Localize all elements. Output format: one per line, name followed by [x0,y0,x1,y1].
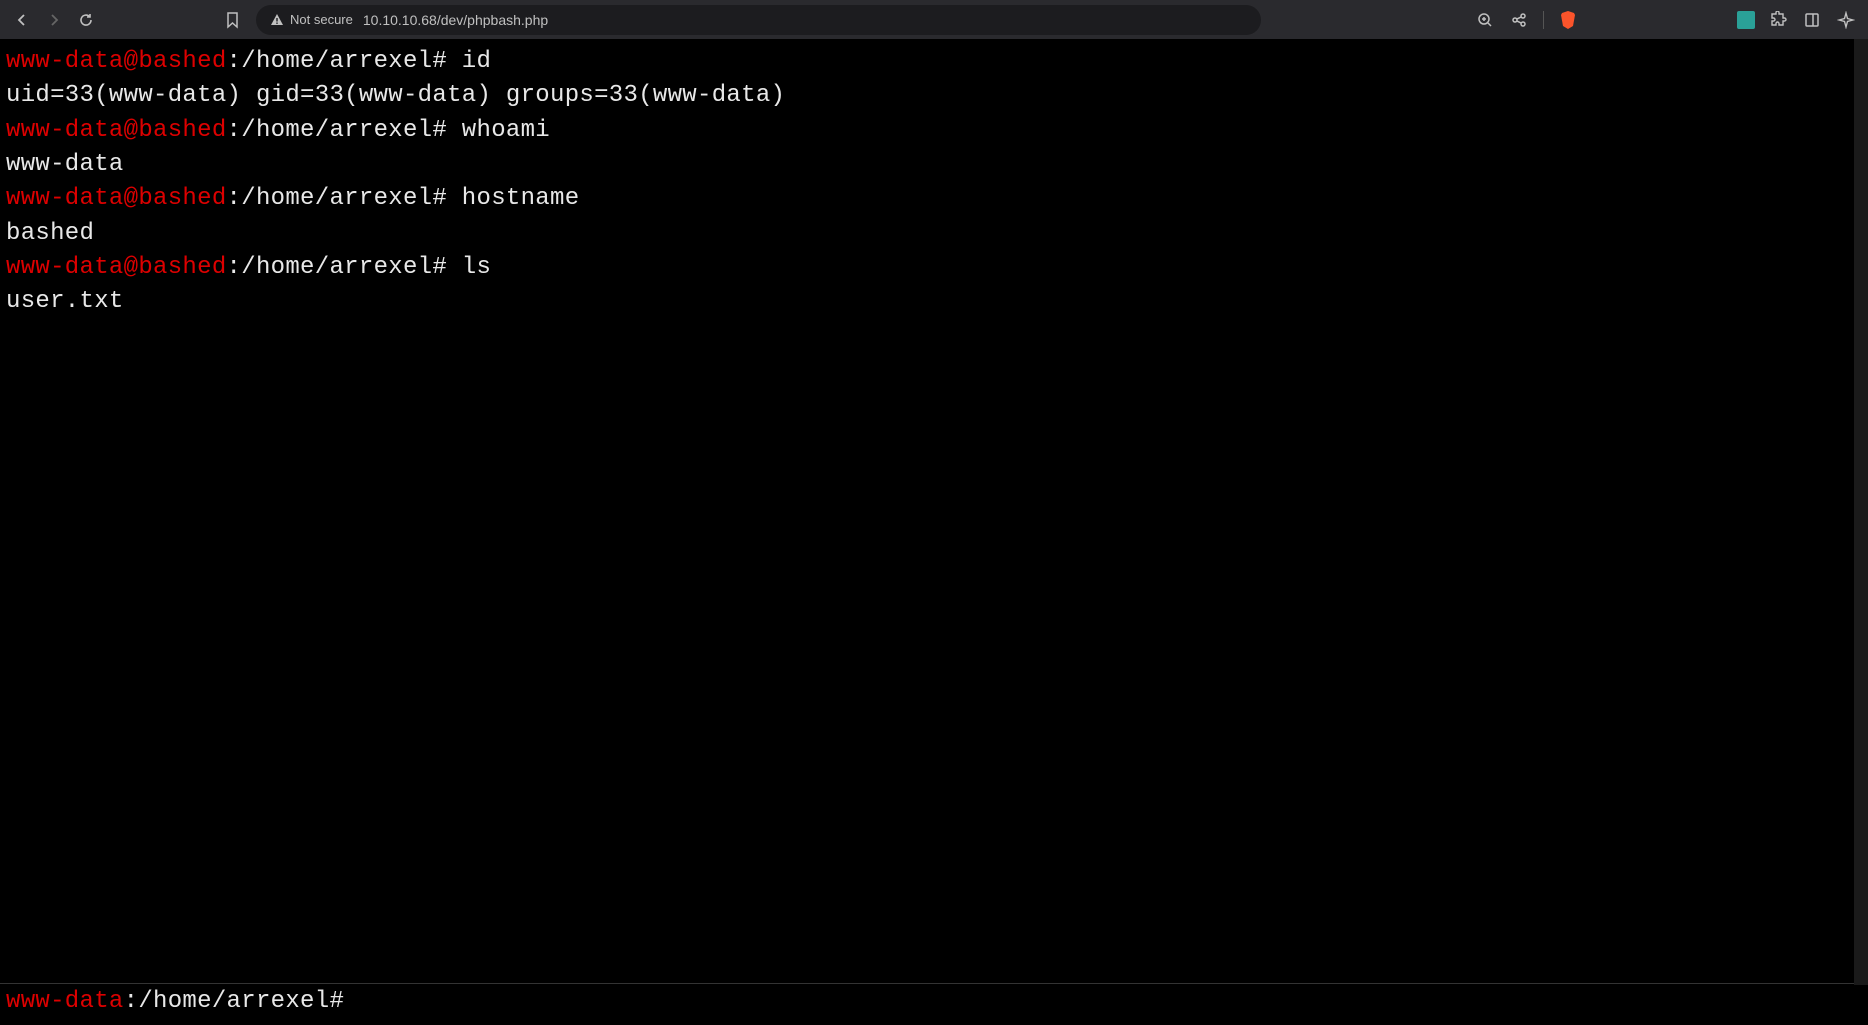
bookmark-button[interactable] [218,6,246,34]
prompt-current-path: :/home/arrexel# [124,988,345,1015]
sparkle-icon[interactable] [1832,6,1860,34]
output-line: www-data [6,148,1862,182]
prompt-user-host: www-data@bashed [6,48,227,75]
zoom-icon[interactable] [1471,6,1499,34]
address-bar[interactable]: Not secure 10.10.10.68/dev/phpbash.php [256,5,1261,35]
prompt-current-user: www-data [6,988,124,1015]
share-icon[interactable] [1505,6,1533,34]
terminal-output[interactable]: www-data@bashed:/home/arrexel# id uid=33… [0,39,1868,983]
output-line: uid=33(www-data) gid=33(www-data) groups… [6,79,1862,113]
brave-shields-icon[interactable] [1554,6,1582,34]
prompt-user-host: www-data@bashed [6,254,227,281]
command-text: ls [447,254,491,281]
terminal-line: www-data@bashed:/home/arrexel# id [6,45,1862,79]
terminal-line: www-data@bashed:/home/arrexel# ls [6,251,1862,285]
output-line: user.txt [6,285,1862,319]
command-input-bar[interactable]: www-data:/home/arrexel# [0,983,1868,1025]
terminal-line: www-data@bashed:/home/arrexel# hostname [6,182,1862,216]
browser-toolbar: Not secure 10.10.10.68/dev/phpbash.php [0,0,1868,39]
toolbar-divider [1543,11,1544,29]
sidebar-icon[interactable] [1798,6,1826,34]
scrollbar[interactable] [1854,39,1868,985]
prompt-path: :/home/arrexel# [227,48,448,75]
forward-button[interactable] [40,6,68,34]
output-line: bashed [6,217,1862,251]
command-text: hostname [447,185,579,212]
prompt-path: :/home/arrexel# [227,254,448,281]
command-text: whoami [447,117,550,144]
command-text: id [447,48,491,75]
extension-icon-1[interactable] [1734,8,1758,32]
reload-button[interactable] [72,6,100,34]
terminal-line: www-data@bashed:/home/arrexel# whoami [6,114,1862,148]
security-indicator[interactable]: Not secure [270,12,353,27]
prompt-path: :/home/arrexel# [227,117,448,144]
security-label: Not secure [290,12,353,27]
warning-icon [270,13,284,27]
prompt-user-host: www-data@bashed [6,117,227,144]
back-button[interactable] [8,6,36,34]
url-text: 10.10.10.68/dev/phpbash.php [363,12,548,28]
prompt-path: :/home/arrexel# [227,185,448,212]
prompt-user-host: www-data@bashed [6,185,227,212]
extensions-icon[interactable] [1764,6,1792,34]
